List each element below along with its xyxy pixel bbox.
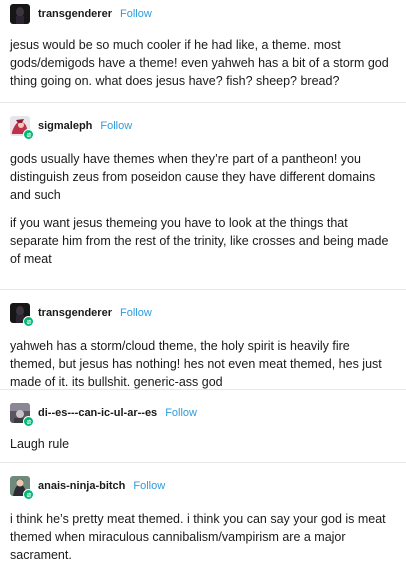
- avatar[interactable]: [10, 476, 34, 500]
- reblog-badge-icon: [23, 489, 34, 500]
- avatar[interactable]: [10, 303, 34, 327]
- post-header: transgenderer Follow: [10, 1, 396, 27]
- follow-button[interactable]: Follow: [120, 8, 152, 20]
- reblog-post: di--es---can-ic-ul-ar--es Follow Laugh r…: [0, 390, 406, 463]
- post-body: gods usually have themes when they’re pa…: [10, 150, 396, 268]
- username[interactable]: di--es---can-ic-ul-ar--es: [38, 407, 157, 419]
- reblog-post: sigmaleph Follow gods usually have theme…: [0, 103, 406, 290]
- post-body: yahweh has a storm/cloud theme, the holy…: [10, 337, 396, 391]
- post-header: anais-ninja-bitch Follow: [10, 473, 396, 500]
- reblog-badge-icon: [23, 129, 34, 140]
- post-body: i think he’s pretty meat themed. i think…: [10, 510, 396, 564]
- post-text: jesus would be so much cooler if he had …: [10, 38, 389, 88]
- follow-button[interactable]: Follow: [120, 307, 152, 319]
- post-text: yahweh has a storm/cloud theme, the holy…: [10, 339, 382, 389]
- post-text: gods usually have themes when they’re pa…: [10, 152, 376, 202]
- post-body: jesus would be so much cooler if he had …: [10, 36, 396, 90]
- post-text: Laugh rule: [10, 437, 70, 451]
- follow-button[interactable]: Follow: [133, 480, 165, 492]
- post-text: i think he’s pretty meat themed. i think…: [10, 512, 386, 562]
- reblog-badge-icon: [23, 316, 34, 327]
- follow-button[interactable]: Follow: [165, 407, 197, 419]
- avatar[interactable]: [10, 116, 34, 140]
- reblog-thread: transgenderer Follow jesus would be so m…: [0, 0, 406, 567]
- follow-button[interactable]: Follow: [100, 120, 132, 132]
- username[interactable]: transgenderer: [38, 307, 112, 319]
- post-text: if you want jesus themeing you have to l…: [10, 216, 389, 266]
- reblog-post: transgenderer Follow yahweh has a storm/…: [0, 290, 406, 390]
- post-header: di--es---can-ic-ul-ar--es Follow: [10, 400, 396, 427]
- reblog-badge-icon: [23, 416, 34, 427]
- reblog-post: transgenderer Follow jesus would be so m…: [0, 0, 406, 103]
- avatar[interactable]: [10, 4, 30, 24]
- username[interactable]: transgenderer: [38, 8, 112, 20]
- avatar[interactable]: [10, 403, 34, 427]
- username[interactable]: anais-ninja-bitch: [38, 480, 125, 492]
- post-header: sigmaleph Follow: [10, 113, 396, 140]
- post-header: transgenderer Follow: [10, 300, 396, 327]
- post-body: Laugh rule: [10, 435, 396, 453]
- username[interactable]: sigmaleph: [38, 120, 92, 132]
- reblog-post: anais-ninja-bitch Follow i think he’s pr…: [0, 463, 406, 567]
